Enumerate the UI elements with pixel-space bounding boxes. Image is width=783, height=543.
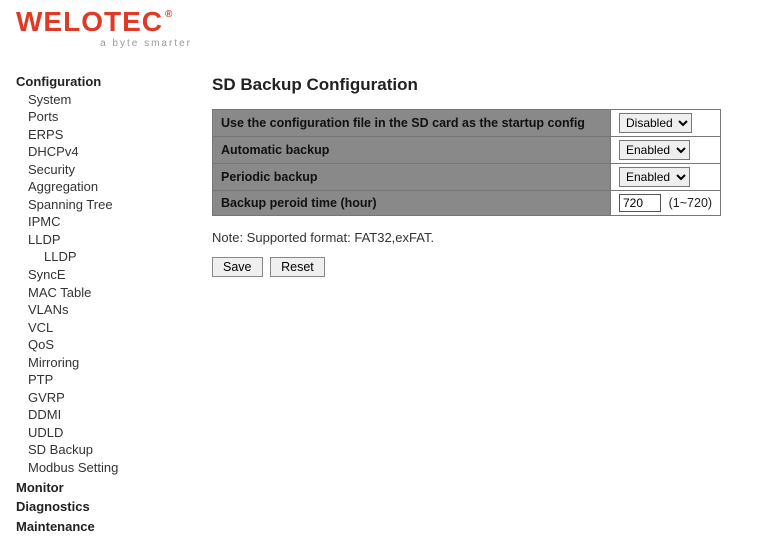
nav-item-udld[interactable]: UDLD	[28, 424, 182, 442]
select-startup-config[interactable]: Disabled	[619, 113, 692, 133]
brand-name: WELOTEC	[16, 8, 163, 36]
select-automatic-backup[interactable]: Enabled	[619, 140, 690, 160]
nav-item-qos[interactable]: QoS	[28, 336, 182, 354]
nav-item-erps[interactable]: ERPS	[28, 126, 182, 144]
input-backup-period[interactable]	[619, 194, 661, 212]
label-backup-period: Backup peroid time (hour)	[213, 191, 611, 216]
button-row: Save Reset	[212, 257, 771, 277]
nav-item-modbus-setting[interactable]: Modbus Setting	[28, 459, 182, 477]
brand-registered: ®	[165, 10, 173, 20]
label-periodic-backup: Periodic backup	[213, 164, 611, 191]
range-backup-period: (1~720)	[669, 196, 712, 210]
row-backup-period: Backup peroid time (hour) (1~720)	[213, 191, 721, 216]
row-startup-config: Use the configuration file in the SD car…	[213, 110, 721, 137]
sidebar: Configuration System Ports ERPS DHCPv4 S…	[0, 53, 190, 543]
nav-item-synce[interactable]: SyncE	[28, 266, 182, 284]
nav-item-lldp[interactable]: LLDP	[28, 231, 182, 249]
nav-item-ptp[interactable]: PTP	[28, 371, 182, 389]
row-periodic-backup: Periodic backup Enabled	[213, 164, 721, 191]
nav-item-mirroring[interactable]: Mirroring	[28, 354, 182, 372]
label-startup-config: Use the configuration file in the SD car…	[213, 110, 611, 137]
nav-section-configuration[interactable]: Configuration	[16, 73, 182, 91]
nav-subitem-lldp[interactable]: LLDP	[44, 248, 182, 266]
nav-item-ddmi[interactable]: DDMI	[28, 406, 182, 424]
nav-item-sd-backup[interactable]: SD Backup	[28, 441, 182, 459]
reset-button[interactable]: Reset	[270, 257, 325, 277]
config-table: Use the configuration file in the SD car…	[212, 109, 721, 216]
brand-logo: WELOTEC®	[16, 8, 767, 36]
nav-item-ports[interactable]: Ports	[28, 108, 182, 126]
nav-item-aggregation[interactable]: Aggregation	[28, 178, 182, 196]
select-periodic-backup[interactable]: Enabled	[619, 167, 690, 187]
nav-item-gvrp[interactable]: GVRP	[28, 389, 182, 407]
logo-area: WELOTEC® a byte smarter	[0, 0, 783, 53]
nav-item-vlans[interactable]: VLANs	[28, 301, 182, 319]
nav-item-mac-table[interactable]: MAC Table	[28, 284, 182, 302]
page-title: SD Backup Configuration	[212, 75, 771, 95]
nav-section-monitor[interactable]: Monitor	[16, 479, 182, 497]
save-button[interactable]: Save	[212, 257, 263, 277]
nav-item-vcl[interactable]: VCL	[28, 319, 182, 337]
row-automatic-backup: Automatic backup Enabled	[213, 137, 721, 164]
nav-item-ipmc[interactable]: IPMC	[28, 213, 182, 231]
nav-section-maintenance[interactable]: Maintenance	[16, 518, 182, 536]
content-area: SD Backup Configuration Use the configur…	[190, 53, 783, 289]
nav-item-dhcpv4[interactable]: DHCPv4	[28, 143, 182, 161]
format-note: Note: Supported format: FAT32,exFAT.	[212, 230, 771, 245]
nav-item-system[interactable]: System	[28, 91, 182, 109]
label-automatic-backup: Automatic backup	[213, 137, 611, 164]
brand-tagline: a byte smarter	[16, 38, 192, 49]
nav-item-spanning-tree[interactable]: Spanning Tree	[28, 196, 182, 214]
nav-item-security[interactable]: Security	[28, 161, 182, 179]
